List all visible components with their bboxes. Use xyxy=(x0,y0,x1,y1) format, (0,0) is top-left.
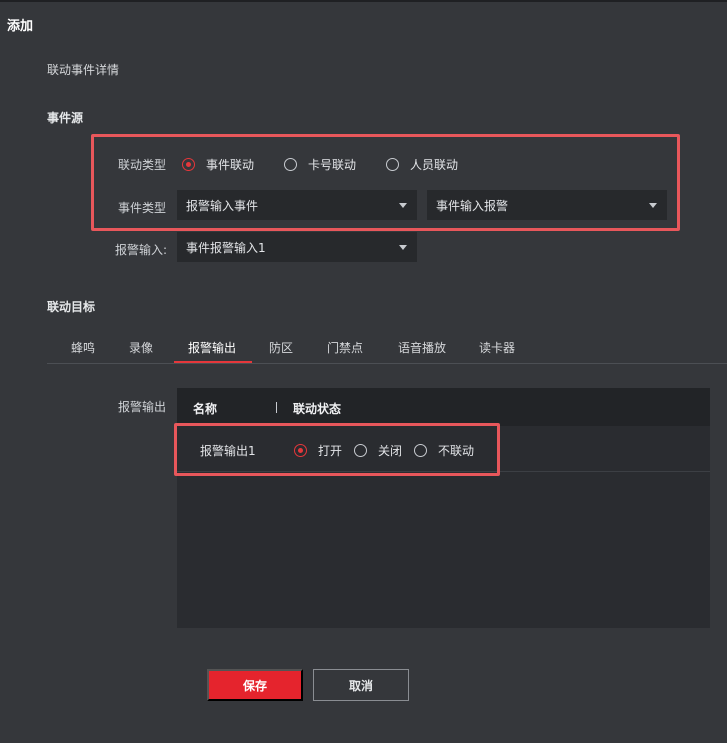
tab-card-reader[interactable]: 读卡器 xyxy=(479,339,515,356)
alarm-output-label: 报警输出 xyxy=(118,400,167,414)
linkage-type-label: 联动类型 xyxy=(118,158,167,172)
cancel-button[interactable]: 取消 xyxy=(313,669,409,701)
radio-label: 卡号联动 xyxy=(308,158,357,172)
event-type-label: 事件类型 xyxy=(118,201,167,215)
active-tab-underline xyxy=(174,361,252,363)
alarm-input-select-value: 事件报警输入1 xyxy=(186,240,266,255)
tab-zone[interactable]: 防区 xyxy=(269,339,293,356)
window-top-border xyxy=(0,0,727,2)
dialog-title: 添加 xyxy=(7,19,34,34)
event-subtype-select[interactable]: 事件输入报警 xyxy=(427,190,667,220)
tab-voice-playback[interactable]: 语音播放 xyxy=(398,339,446,356)
column-separator xyxy=(276,402,277,413)
caret-down-icon xyxy=(399,244,407,250)
highlight-box-alarm-output-row xyxy=(174,423,500,476)
event-source-title: 事件源 xyxy=(47,111,84,125)
event-type-select-value: 报警输入事件 xyxy=(186,198,259,213)
caret-down-icon xyxy=(649,202,657,208)
save-button[interactable]: 保存 xyxy=(207,669,303,701)
caret-down-icon xyxy=(399,202,407,208)
radio-checked-icon xyxy=(182,158,195,171)
tab-buzzer[interactable]: 蜂鸣 xyxy=(71,339,95,356)
linkage-target-title: 联动目标 xyxy=(47,300,96,314)
column-header-name: 名称 xyxy=(193,402,218,416)
tab-alarm-output[interactable]: 报警输出 xyxy=(188,339,236,356)
radio-unchecked-icon xyxy=(386,158,399,171)
radio-label: 人员联动 xyxy=(410,158,459,172)
table-header: 名称 联动状态 xyxy=(177,388,710,426)
radio-event-linkage[interactable]: 事件联动 xyxy=(182,156,254,173)
radio-card-linkage[interactable]: 卡号联动 xyxy=(284,156,356,173)
alarm-input-select[interactable]: 事件报警输入1 xyxy=(177,232,417,262)
radio-person-linkage[interactable]: 人员联动 xyxy=(386,156,458,173)
event-type-select[interactable]: 报警输入事件 xyxy=(177,190,417,220)
tab-recording[interactable]: 录像 xyxy=(129,339,153,356)
event-subtype-select-value: 事件输入报警 xyxy=(436,198,509,213)
column-header-linkage-state: 联动状态 xyxy=(293,402,342,416)
linkage-target-tabs: 蜂鸣 录像 报警输出 防区 门禁点 语音播放 读卡器 xyxy=(47,337,727,364)
tab-door-point[interactable]: 门禁点 xyxy=(327,339,363,356)
alarm-input-label: 报警输入: xyxy=(115,243,168,257)
radio-label: 事件联动 xyxy=(206,158,255,172)
radio-unchecked-icon xyxy=(284,158,297,171)
dialog-subtitle: 联动事件详情 xyxy=(47,63,120,77)
